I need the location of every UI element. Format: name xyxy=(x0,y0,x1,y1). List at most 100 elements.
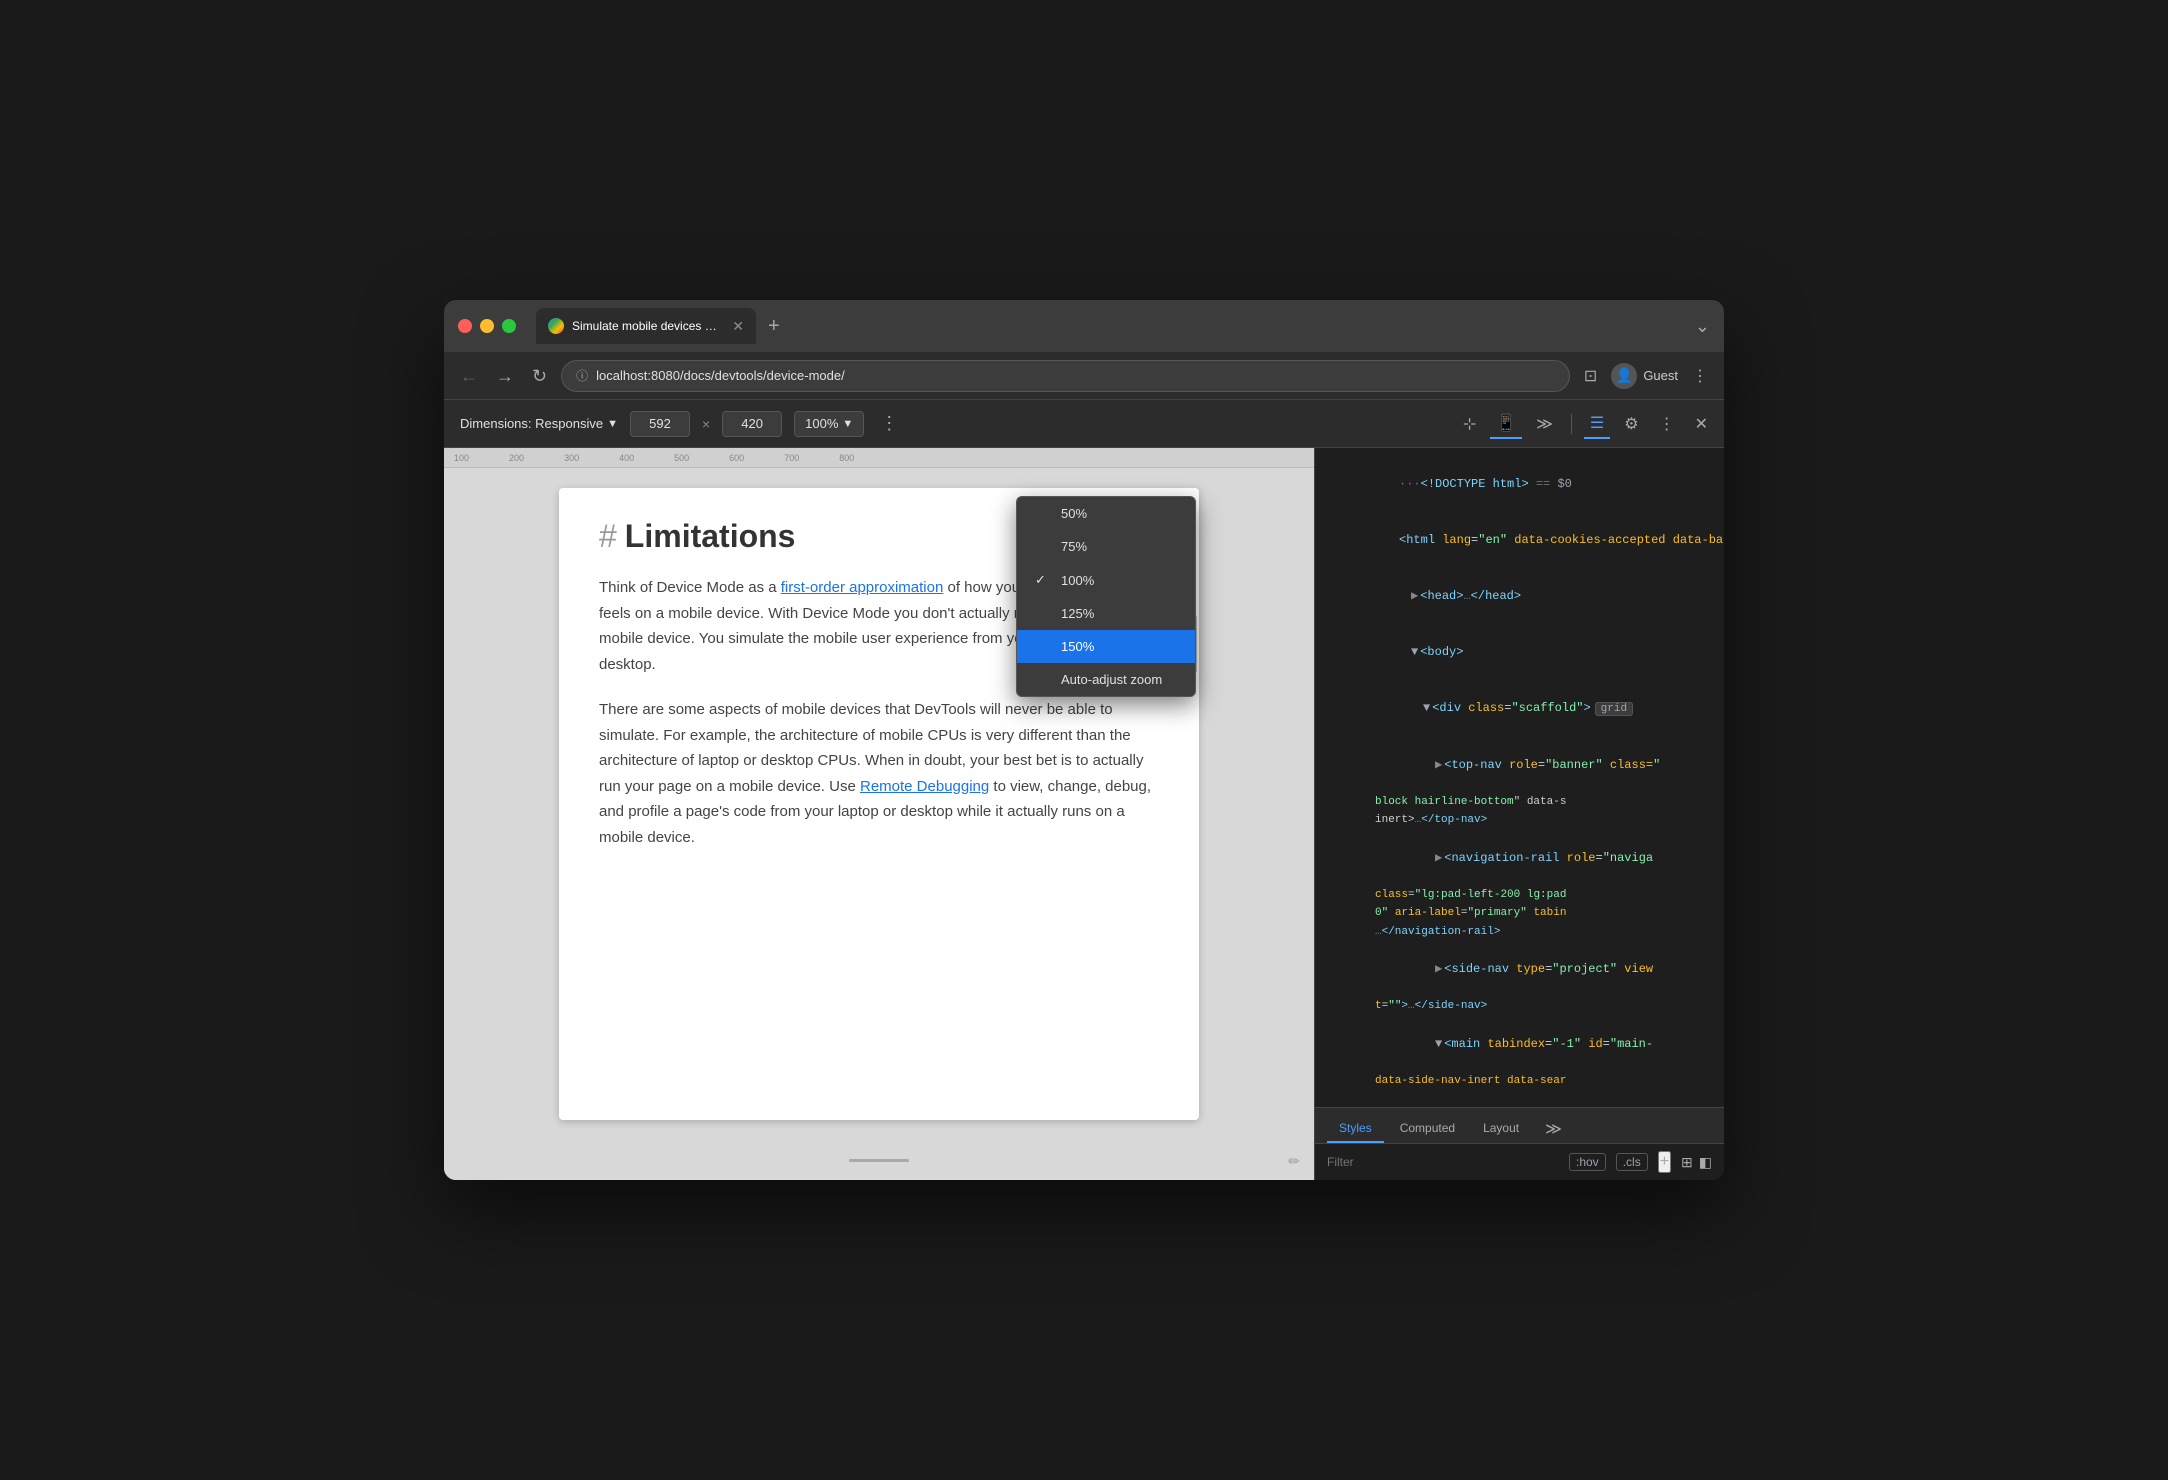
inspect-icon[interactable]: ⊹ xyxy=(1457,410,1482,438)
zoom-option-125[interactable]: 125% xyxy=(1017,597,1195,630)
width-input[interactable] xyxy=(630,411,690,437)
more-tabs-icon[interactable]: ≫ xyxy=(1539,1115,1568,1143)
html-line-main: ▼<main tabindex="-1" id="main- xyxy=(1315,1016,1724,1072)
zoom-label: 100% xyxy=(805,416,838,431)
html-line-announcement: ▶<announcement-banner class= xyxy=(1315,1090,1724,1107)
back-button[interactable]: ← xyxy=(456,363,482,389)
html-line-nav-rail-cont2: 0" aria-label="primary" tabin xyxy=(1315,904,1724,923)
heading-text: Limitations xyxy=(625,518,796,555)
zoom-option-75[interactable]: 75% xyxy=(1017,530,1195,563)
minimize-button[interactable] xyxy=(480,319,494,333)
zoom-option-150[interactable]: 150% xyxy=(1017,630,1195,663)
computed-sidebar-icon[interactable]: ◧ xyxy=(1699,1154,1712,1171)
filter-bar: :hov .cls + ⊞ ◧ xyxy=(1315,1144,1724,1180)
remote-debugging-link[interactable]: Remote Debugging xyxy=(860,778,989,795)
html-line-scaffold: ▼<div class="scaffold">grid xyxy=(1315,680,1724,737)
devtools-right-controls: ⊹ 📱 ≫ ☰ ⚙ ⋮ ✕ xyxy=(1457,409,1724,439)
console-panel-icon[interactable]: ☰ xyxy=(1584,409,1610,439)
cast-icon[interactable]: ⊡ xyxy=(1580,362,1601,390)
address-right-controls: ⊡ 👤 Guest ⋮ xyxy=(1580,362,1712,390)
dimension-separator: × xyxy=(702,416,710,432)
maximize-button[interactable] xyxy=(502,319,516,333)
heading-hash: # xyxy=(599,518,617,555)
devtools-panel: ···<!DOCTYPE html> == $0 <html lang="en"… xyxy=(1314,448,1724,1180)
height-input[interactable] xyxy=(722,411,782,437)
url-bar[interactable]: ⓘ localhost:8080/docs/devtools/device-mo… xyxy=(561,360,1570,392)
ruler: 100 200 300 400 500 600 700 800 xyxy=(444,448,1314,468)
settings-icon[interactable]: ⚙ xyxy=(1618,410,1644,438)
menu-button[interactable]: ⋮ xyxy=(1688,362,1712,390)
add-filter-button[interactable]: + xyxy=(1658,1151,1671,1173)
forward-button[interactable]: → xyxy=(492,363,518,389)
zoom-label-75: 75% xyxy=(1061,539,1087,554)
tab-computed[interactable]: Computed xyxy=(1388,1115,1467,1143)
zoom-option-100[interactable]: ✓ 100% xyxy=(1017,563,1195,597)
zoom-arrow-icon: ▼ xyxy=(842,418,853,430)
reload-button[interactable]: ↻ xyxy=(528,363,551,389)
content-area: 100 200 300 400 500 600 700 800 # Limita… xyxy=(444,448,1724,1180)
zoom-option-auto[interactable]: Auto-adjust zoom xyxy=(1017,663,1195,696)
devtools-bar: Dimensions: Responsive ▼ × 100% ▼ ⋮ ⊹ 📱 … xyxy=(444,400,1724,448)
html-line-nav-rail: ▶<navigation-rail role="naviga xyxy=(1315,830,1724,886)
separator xyxy=(1571,414,1572,434)
html-line-top-nav: ▶<top-nav role="banner" class=" xyxy=(1315,737,1724,793)
html-line-top-nav-cont2: inert>…</top-nav> xyxy=(1315,811,1724,830)
guest-label: Guest xyxy=(1643,368,1678,383)
edit-icon: ✏ xyxy=(1288,1153,1300,1170)
active-tab[interactable]: Simulate mobile devices with D ✕ xyxy=(536,308,756,344)
traffic-lights xyxy=(458,319,516,333)
dimensions-arrow-icon: ▼ xyxy=(607,418,618,430)
window-chevron-icon: ⌄ xyxy=(1695,316,1710,337)
avatar-button[interactable]: 👤 Guest xyxy=(1611,363,1678,389)
zoom-label-125: 125% xyxy=(1061,606,1094,621)
more-panels-icon[interactable]: ≫ xyxy=(1530,410,1559,438)
viewport: 100 200 300 400 500 600 700 800 # Limita… xyxy=(444,448,1314,1180)
device-mode-icon[interactable]: 📱 xyxy=(1490,409,1522,439)
zoom-option-50[interactable]: 50% xyxy=(1017,497,1195,530)
devtools-bottom: Styles Computed Layout ≫ :hov .cls + ⊞ ◧ xyxy=(1315,1107,1724,1180)
tab-close-icon[interactable]: ✕ xyxy=(732,318,744,335)
html-line-head: ▶<head>…</head> xyxy=(1315,568,1724,624)
html-line-body: ▼<body> xyxy=(1315,624,1724,680)
html-line-side-nav: ▶<side-nav type="project" view xyxy=(1315,941,1724,997)
avatar-icon: 👤 xyxy=(1611,363,1637,389)
zoom-dropdown: 50% 75% ✓ 100% 125% 150% xyxy=(1016,496,1196,697)
more-options-icon[interactable]: ⋮ xyxy=(880,413,898,434)
html-line-nav-rail-cont: class="lg:pad-left-200 lg:pad xyxy=(1315,886,1724,905)
dimensions-label: Dimensions: Responsive ▼ xyxy=(460,416,618,431)
html-line-doctype: ···<!DOCTYPE html> == $0 xyxy=(1315,456,1724,512)
devtools-more-icon[interactable]: ⋮ xyxy=(1653,410,1681,438)
zoom-check-100: ✓ xyxy=(1035,572,1051,588)
cls-button[interactable]: .cls xyxy=(1616,1153,1648,1171)
paragraph-2: There are some aspects of mobile devices… xyxy=(599,697,1159,850)
html-line-nav-rail-cont3: …</navigation-rail> xyxy=(1315,923,1724,942)
filter-input[interactable] xyxy=(1327,1155,1559,1169)
filter-icons: ⊞ ◧ xyxy=(1681,1154,1712,1171)
tab-favicon-icon xyxy=(548,318,564,334)
tab-styles[interactable]: Styles xyxy=(1327,1115,1384,1143)
zoom-label-auto: Auto-adjust zoom xyxy=(1061,672,1162,687)
zoom-label-50: 50% xyxy=(1061,506,1087,521)
dimensions-text: Dimensions: Responsive xyxy=(460,416,603,431)
address-bar: ← → ↻ ⓘ localhost:8080/docs/devtools/dev… xyxy=(444,352,1724,400)
url-text: localhost:8080/docs/devtools/device-mode… xyxy=(596,368,845,383)
new-tab-button[interactable]: + xyxy=(760,311,788,342)
zoom-dropdown-button[interactable]: 100% ▼ xyxy=(794,411,864,437)
first-order-link[interactable]: first-order approximation xyxy=(781,579,944,596)
html-panel: ···<!DOCTYPE html> == $0 <html lang="en"… xyxy=(1315,448,1724,1107)
tab-label: Simulate mobile devices with D xyxy=(572,319,720,333)
toggle-styles-icon[interactable]: ⊞ xyxy=(1681,1154,1693,1171)
html-line-html: <html lang="en" data-cookies-accepted da… xyxy=(1315,512,1724,568)
tab-bar: Simulate mobile devices with D ✕ + xyxy=(536,308,1685,344)
html-line-main-cont: data-side-nav-inert data-sear xyxy=(1315,1072,1724,1091)
close-devtools-button[interactable]: ✕ xyxy=(1689,410,1714,438)
browser-window: Simulate mobile devices with D ✕ + ⌄ ← →… xyxy=(444,300,1724,1180)
page-footer-bar: ✏ xyxy=(444,1140,1314,1180)
bottom-tabs: Styles Computed Layout ≫ xyxy=(1315,1108,1724,1144)
hov-button[interactable]: :hov xyxy=(1569,1153,1606,1171)
title-bar: Simulate mobile devices with D ✕ + ⌄ xyxy=(444,300,1724,352)
zoom-label-150: 150% xyxy=(1061,639,1094,654)
html-line-side-nav-cont: t="">…</side-nav> xyxy=(1315,997,1724,1016)
tab-layout[interactable]: Layout xyxy=(1471,1115,1531,1143)
close-button[interactable] xyxy=(458,319,472,333)
